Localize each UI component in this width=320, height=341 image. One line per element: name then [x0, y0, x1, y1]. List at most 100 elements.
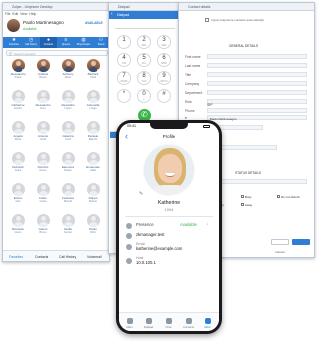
contact-avatar: [86, 90, 100, 103]
contact-card[interactable]: Angela Rossi: [8, 121, 28, 141]
dial-number-field[interactable]: [115, 23, 175, 29]
contact-card[interactable]: Giulia Ferrari: [58, 214, 78, 234]
form-field[interactable]: [207, 108, 307, 113]
tab-main[interactable]: Main: [120, 318, 139, 329]
cancel-button[interactable]: Cancel: [271, 239, 289, 254]
favorites-tab[interactable]: ★ Favorites: [6, 38, 22, 47]
window-titlebar: Zoiper - Uniphone Desktop: [3, 3, 109, 11]
status-option[interactable]: Away: [241, 203, 252, 207]
contact-card[interactable]: Catherine Hunter: [8, 90, 28, 110]
bottom-tab-favorites[interactable]: Favorites: [9, 255, 23, 259]
keypad-key[interactable]: 0 +: [137, 89, 151, 103]
presence-row[interactable]: Presence Available ↓: [126, 221, 214, 231]
tab-dialpad[interactable]: Dialpad: [139, 318, 158, 329]
contact-card[interactable]: Paolo Rizzi: [83, 214, 103, 234]
bottom-tab-contacts[interactable]: Contacts: [35, 255, 48, 259]
keypad-key[interactable]: 5 JKL: [137, 53, 151, 67]
contact-avatar: [61, 90, 75, 103]
contact-grid: Alessandro Frank Andrew Brown Anthony Moss Bar…: [3, 59, 109, 249]
bottom-tab-call-history[interactable]: Call History: [59, 255, 76, 259]
contact-subname: Conti: [64, 138, 72, 142]
edit-photo-icon[interactable]: ✎: [139, 191, 143, 197]
tab-chat[interactable]: Chat: [159, 318, 178, 329]
contact-card[interactable]: Barbara Clark: [83, 59, 103, 79]
presence-dropdown-icon[interactable]: ↓: [206, 221, 208, 226]
keypad-key[interactable]: #: [157, 89, 171, 103]
chat-icon: [165, 318, 172, 324]
tab-more[interactable]: More: [198, 318, 217, 329]
contact-card[interactable]: Gianni Bruno: [33, 214, 53, 234]
contact-card[interactable]: Enrico Neri: [8, 183, 28, 203]
contact-card[interactable]: Antonio Verdi: [33, 121, 53, 141]
ring-groups-tab[interactable]: ◍ Ring Groups: [75, 38, 92, 47]
contact-avatar: [86, 121, 100, 134]
contact-card[interactable]: Dominic Green: [33, 152, 53, 172]
contact-avatar: [61, 214, 75, 227]
contact-avatar: [86, 59, 100, 72]
menu-view[interactable]: View: [20, 12, 27, 16]
form-field[interactable]: [207, 54, 307, 59]
form-field[interactable]: [207, 81, 307, 86]
user-avatar[interactable]: [7, 19, 20, 32]
back-arrow-icon[interactable]: ‹: [111, 11, 113, 17]
contact-card[interactable]: Emanuele Gallo: [83, 152, 103, 172]
contact-card[interactable]: Alessandro Frank: [8, 59, 28, 79]
contact-card[interactable]: Alexandro Lopez: [58, 90, 78, 110]
contact-subname: Hunt: [40, 107, 46, 111]
tab-contacts[interactable]: Contacts: [179, 318, 198, 329]
keypad-key[interactable]: 9 WXYZ: [157, 71, 171, 85]
keypad-key[interactable]: *: [117, 89, 131, 103]
search-input[interactable]: ⚲ Search contacts: [6, 50, 108, 56]
queues-tab[interactable]: ≡ Queues: [58, 38, 74, 47]
user-status[interactable]: Available: [23, 27, 37, 31]
save-button[interactable]: Save: [292, 239, 310, 253]
auto-import-label: Import telephone contacts automatically: [211, 18, 264, 22]
contact-card[interactable]: Riccardo Greco: [8, 214, 28, 234]
contact-card[interactable]: Caterina Conti: [58, 121, 78, 141]
keypad-key[interactable]: 4 GHI: [117, 53, 131, 67]
keypad-key[interactable]: 2 ABC: [137, 35, 151, 49]
contact-card[interactable]: Fabio Costa: [33, 183, 53, 203]
call-history-tab[interactable]: ◷ Call history: [23, 38, 39, 47]
status-field[interactable]: [207, 179, 307, 184]
contact-card[interactable]: Federica Moretti: [58, 183, 78, 203]
contacts-tab[interactable]: ● Contacts: [40, 37, 57, 48]
keypad-key[interactable]: 8 TUV: [137, 71, 151, 85]
menu-edit[interactable]: Edit: [12, 12, 18, 16]
keypad-key[interactable]: 6 MNO: [157, 53, 171, 67]
contact-card[interactable]: Anthony Moss: [58, 59, 78, 79]
sip-field[interactable]: Paolo Martinesagno: [207, 115, 307, 121]
contact-card[interactable]: Eleonora Russo: [58, 152, 78, 172]
contact-subname: Neri: [15, 200, 21, 204]
keypad-key[interactable]: 1: [117, 35, 131, 49]
form-fields: First name Last name Title Company Departmen…: [179, 54, 314, 115]
section-general-title: GENERAL DETAILS: [229, 44, 259, 48]
phone-icon: ✆: [141, 110, 148, 119]
contact-card[interactable]: Daniele Bianchi: [83, 121, 103, 141]
status-option[interactable]: Do not disturb: [277, 195, 300, 199]
keypad-key[interactable]: 3 DEF: [157, 35, 171, 49]
form-field[interactable]: [207, 72, 307, 77]
form-label: Phone: [185, 109, 195, 113]
form-field[interactable]: [207, 90, 307, 95]
contact-card[interactable]: Antonella Longo: [83, 90, 103, 110]
teams-tab[interactable]: ⚇ Teams: [93, 38, 109, 47]
keypad-key[interactable]: 7 PQRS: [117, 71, 131, 85]
section-status-title: STATUS DETAILS: [235, 171, 262, 175]
form-field[interactable]: [207, 63, 307, 68]
contacts-window: Zoiper - Uniphone Desktop File Edit View…: [2, 2, 110, 262]
menu-help[interactable]: Help: [29, 12, 36, 16]
form-field[interactable]: [207, 99, 307, 104]
status-option[interactable]: Busy: [241, 195, 252, 199]
menu-file[interactable]: File: [5, 12, 10, 16]
contact-card[interactable]: Filippo Marino: [83, 183, 103, 203]
contact-card[interactable]: Andrew Brown: [33, 59, 53, 79]
form-label: Company: [185, 82, 200, 86]
presence-value[interactable]: Available: [180, 222, 197, 227]
contact-avatar: [86, 183, 100, 196]
contact-card[interactable]: Alessandro Hunt: [33, 90, 53, 110]
bottom-tab-voicemail[interactable]: Voicemail: [87, 255, 102, 259]
status-badge: AVAILABLE: [85, 21, 103, 25]
auto-import-checkbox[interactable]: [205, 18, 209, 22]
contact-card[interactable]: Deborah Grant: [8, 152, 28, 172]
